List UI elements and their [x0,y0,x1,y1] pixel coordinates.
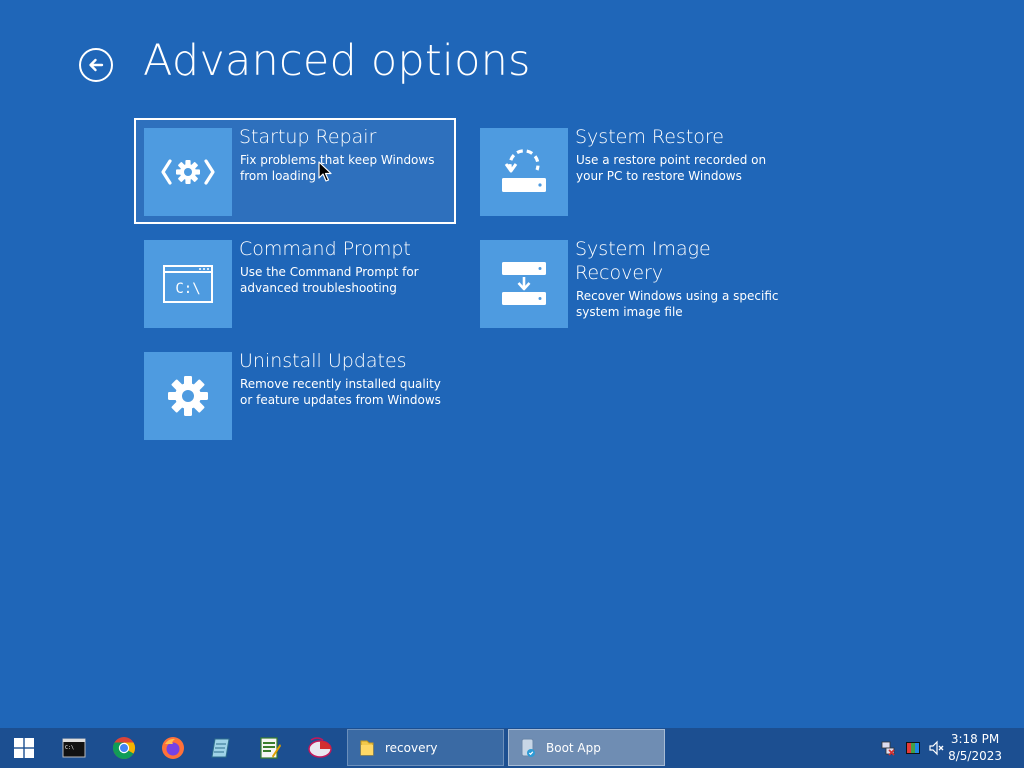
spreadsheet-editor-icon [260,737,281,759]
taskbar-app-6[interactable] [306,734,334,762]
option-uninstall-updates[interactable]: Uninstall Updates Remove recently instal… [134,342,456,448]
system-image-recovery-tile [480,240,568,328]
command-prompt-tile: C:\ [144,240,232,328]
back-button[interactable] [79,48,113,82]
terminal-icon: C:\ [62,738,86,758]
option-title: System Image Recovery [575,238,711,284]
uninstall-updates-tile [144,352,232,440]
back-arrow-icon [89,58,104,72]
taskbar-chrome[interactable] [110,734,138,762]
startup-repair-icon [161,159,215,185]
system-restore-icon [502,149,546,192]
partition-tool-icon [308,737,332,758]
taskbar-firefox[interactable] [159,734,187,762]
option-command-prompt[interactable]: C:\ Command Prompt Use the Command Promp… [134,230,456,336]
uninstall-updates-icon [168,376,208,416]
recovery-screen: Advanced options Startup Repair Fix prob… [0,0,1024,768]
firefox-icon [162,737,184,759]
system-image-recovery-icon [502,262,546,305]
mouse-cursor-icon [318,161,332,182]
task-label: recovery [385,740,438,755]
taskbar-clock[interactable]: 3:18 PM 8/5/2023 [948,731,1002,765]
option-system-image-recovery[interactable]: System Image Recovery Recover Windows us… [470,230,792,336]
taskbar-app-5[interactable] [256,734,284,762]
option-description: Remove recently installed quality or fea… [240,377,441,407]
folder-icon [360,740,374,755]
network-icon[interactable] [880,740,896,756]
command-prompt-icon: C:\ [163,265,213,303]
taskbar-task-recovery[interactable]: recovery [347,729,504,766]
option-description: Recover Windows using a specific system … [576,289,779,319]
system-restore-tile [480,128,568,216]
option-system-restore[interactable]: System Restore Use a restore point recor… [470,118,792,224]
option-description: Use a restore point recorded on your PC … [576,153,767,183]
start-button[interactable] [10,734,38,762]
startup-repair-tile [144,128,232,216]
display-color-icon[interactable] [905,740,921,756]
notepad-icon [211,738,230,758]
task-label: Boot App [546,740,601,755]
windows-logo-icon [14,738,34,758]
volume-muted-icon[interactable] [928,740,944,756]
option-startup-repair[interactable]: Startup Repair Fix problems that keep Wi… [134,118,456,224]
taskbar: C:\ recovery Boot App 3:18 PM 8/5/2023 [0,728,1024,768]
option-description: Use the Command Prompt for advanced trou… [240,265,419,295]
option-title: Uninstall Updates [239,350,407,372]
taskbar-task-boot-app[interactable]: Boot App [508,729,665,766]
option-title: Command Prompt [239,238,411,260]
taskbar-app-4[interactable] [207,734,235,762]
page-title: Advanced options [143,36,531,86]
svg-text:C:\: C:\ [175,281,200,297]
option-title: Startup Repair [239,126,377,148]
clock-time: 3:18 PM [950,732,1000,746]
boot-app-icon [521,738,535,757]
svg-text:C:\: C:\ [65,745,74,751]
taskbar-command-prompt[interactable]: C:\ [60,734,88,762]
chrome-icon [113,737,135,759]
option-description: Fix problems that keep Windows from load… [240,153,435,183]
option-title: System Restore [575,126,724,148]
clock-date: 8/5/2023 [948,749,1002,763]
